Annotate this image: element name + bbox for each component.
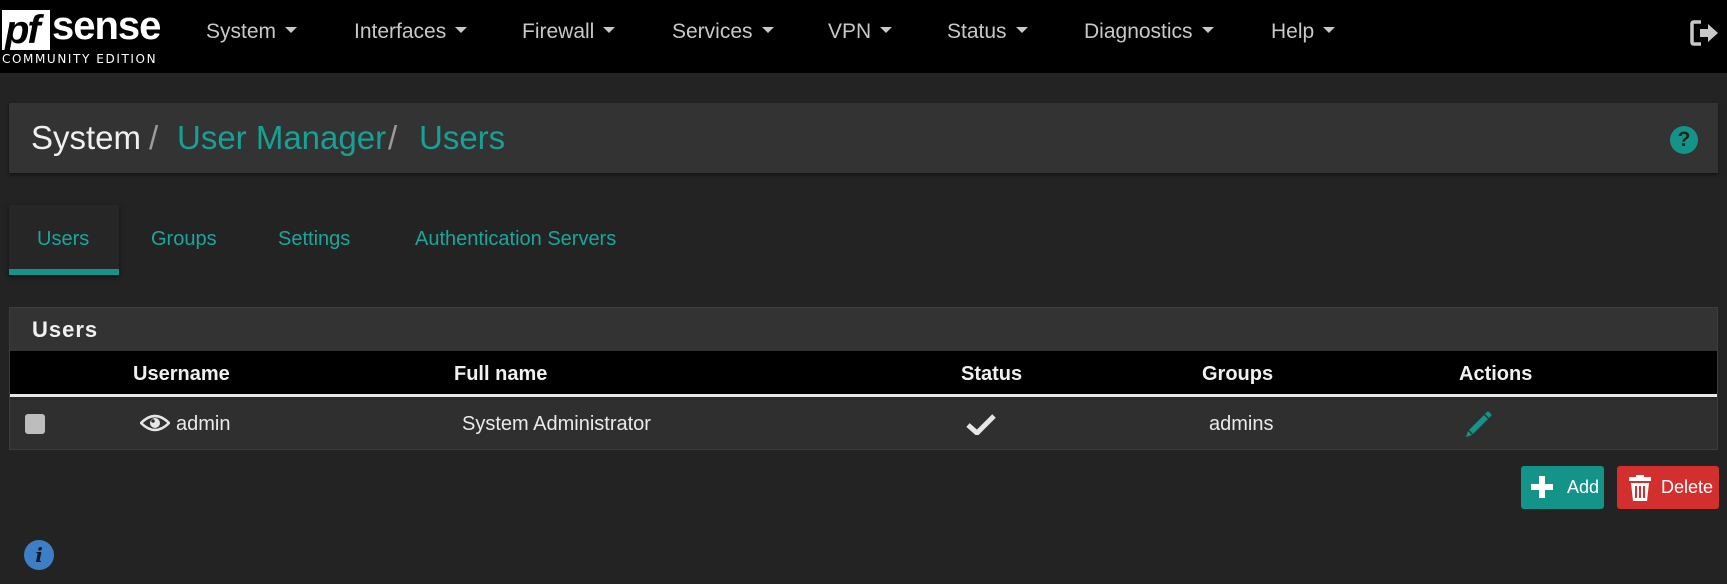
plus-icon [1531,476,1553,498]
breadcrumb-system: System [31,119,142,156]
top-navbar: pf sense COMMUNITY EDITION System Interf… [0,0,1727,73]
nav-diagnostics[interactable]: Diagnostics [1084,20,1214,44]
nav-system[interactable]: System [206,20,298,44]
caret-down-icon [455,27,468,34]
caret-down-icon [761,27,774,34]
nav-interfaces[interactable]: Interfaces [354,20,468,44]
edition-label: COMMUNITY EDITION [2,52,158,66]
nav-services[interactable]: Services [672,20,774,44]
column-header-username[interactable]: Username [133,363,230,386]
users-panel: Users Username Full name Status Groups A… [9,307,1718,450]
tab-users[interactable]: Users [37,228,89,251]
delete-button-label: Delete [1661,477,1714,497]
tab-groups[interactable]: Groups [151,228,217,251]
breadcrumb-user-manager[interactable]: User Manager [177,119,386,157]
cell-full-name: System Administrator [462,413,651,435]
logo-pf-mark: pf [2,8,50,52]
tab-settings[interactable]: Settings [278,228,350,251]
breadcrumb-separator: / [149,119,159,156]
check-icon [966,413,996,437]
nav-help[interactable]: Help [1271,20,1336,44]
nav-status[interactable]: Status [947,20,1028,44]
column-header-status[interactable]: Status [961,363,1022,386]
column-header-full-name[interactable]: Full name [454,363,547,386]
panel-heading: Users [10,308,1717,351]
question-circle-icon[interactable]: ? [1670,126,1698,154]
caret-down-icon [1323,27,1336,34]
trash-icon [1629,475,1651,501]
info-circle-icon[interactable]: i [24,540,54,570]
add-button-label: Add [1567,477,1600,497]
table-row[interactable]: admin System Administrator admins [10,400,1717,449]
tab-active-indicator [9,269,119,275]
pencil-icon[interactable] [1465,410,1493,438]
cell-groups: admins [1209,413,1274,435]
column-header-actions: Actions [1459,363,1533,385]
caret-down-icon [285,27,298,34]
caret-down-icon [1201,27,1214,34]
breadcrumb-users[interactable]: Users [419,119,505,157]
caret-down-icon [880,27,893,34]
caret-down-icon [603,27,616,34]
table-header: Username Full name Status Groups Actions [10,351,1717,397]
cell-username: admin [176,413,231,435]
caret-down-icon [1015,27,1028,34]
tab-authentication-servers[interactable]: Authentication Servers [415,228,616,251]
add-user-button[interactable]: Add [1521,466,1604,509]
nav-vpn[interactable]: VPN [828,20,893,44]
panel-title: Users [32,317,99,342]
logo-sense-text: sense [52,4,161,48]
row-select-checkbox[interactable] [25,414,45,434]
pfsense-logo[interactable]: pf sense COMMUNITY EDITION [0,4,166,68]
eye-icon[interactable] [139,412,171,434]
nav-firewall[interactable]: Firewall [522,20,616,44]
delete-user-button[interactable]: Delete [1617,466,1719,509]
column-header-groups[interactable]: Groups [1202,363,1273,386]
breadcrumb-separator: / [388,119,398,156]
sign-out-icon[interactable] [1690,19,1720,47]
